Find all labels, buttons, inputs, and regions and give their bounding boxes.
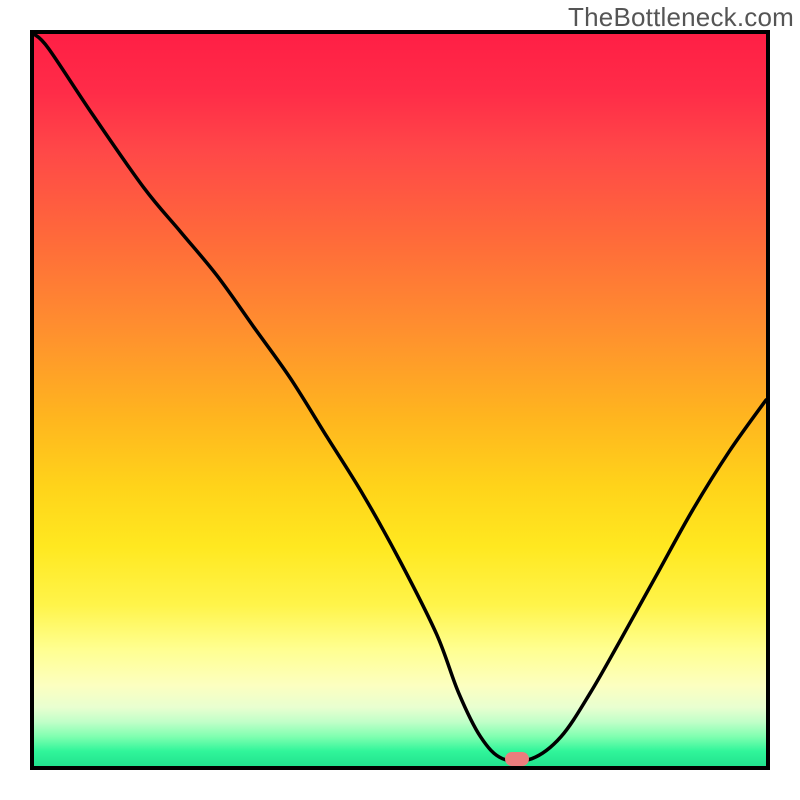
bottleneck-curve [34,34,766,766]
curve-path [34,34,766,761]
chart-container: TheBottleneck.com [0,0,800,800]
plot-area [30,30,770,770]
optimal-marker [505,752,529,766]
watermark-text: TheBottleneck.com [568,2,794,33]
